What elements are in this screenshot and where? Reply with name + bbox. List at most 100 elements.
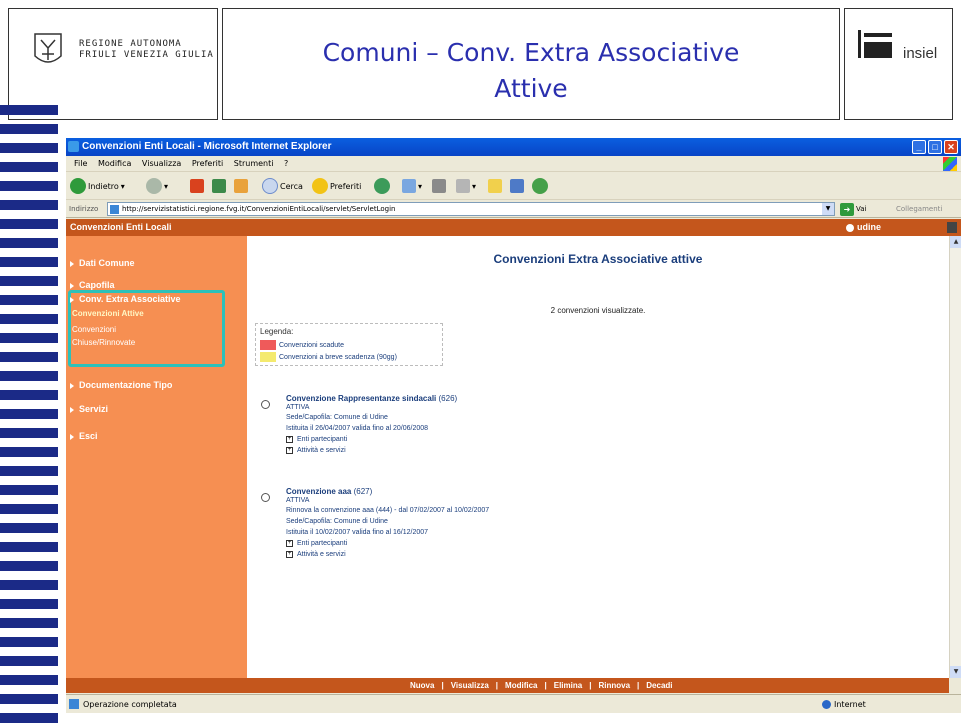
stop-button[interactable] [190, 178, 204, 194]
convention-sede: Sede/Capofila: Comune di Udine [286, 518, 388, 525]
search-button[interactable]: Cerca [262, 178, 303, 194]
stripe [0, 238, 58, 248]
history-button[interactable] [374, 178, 390, 194]
nav-capofila[interactable]: Capofila [70, 280, 115, 290]
nav-sub-chiuse[interactable]: Convenzioni Chiuse/Rinnovate [72, 325, 135, 347]
legend-label-expired: Convenzioni scadute [279, 341, 344, 349]
nav-sub-chiuse-line-1: Convenzioni [72, 325, 117, 334]
stripe [0, 371, 58, 381]
nav-arrow-icon [70, 282, 74, 289]
convention-name: Convenzione aaa [286, 487, 352, 496]
convention-radio[interactable] [261, 400, 270, 409]
attivita-servizi-link[interactable]: + Attività e servizi [286, 445, 786, 456]
links-button[interactable]: Collegamenti [896, 200, 942, 218]
minimize-button[interactable]: _ [912, 140, 926, 154]
nav-dati-comune[interactable]: Dati Comune [70, 258, 135, 268]
convention-title: Convenzione Rappresentanze sindacali (62… [286, 393, 786, 404]
legend-swatch-yellow [260, 352, 276, 362]
expand-plus-icon[interactable]: + [286, 540, 293, 547]
stripe [0, 656, 58, 666]
expand-plus-icon[interactable]: + [286, 436, 293, 443]
stripe [0, 599, 58, 609]
nav-esci[interactable]: Esci [70, 431, 98, 441]
mail-button[interactable]: ▾ [402, 178, 422, 194]
stripe [0, 504, 58, 514]
status-bar: Operazione completata Internet [66, 694, 961, 713]
go-button[interactable]: ➜ Vai [840, 202, 866, 216]
menu-modifica[interactable]: Modifica [98, 159, 131, 168]
menu-visualizza[interactable]: Visualizza [142, 159, 181, 168]
nav-sub-attive[interactable]: Convenzioni Attive [72, 309, 144, 318]
footer-decadi[interactable]: Decadi [646, 678, 672, 693]
footer-visualizza[interactable]: Visualizza [451, 678, 489, 693]
stripe [0, 542, 58, 552]
edit-button[interactable]: ▾ [456, 178, 476, 194]
messenger-button[interactable] [532, 178, 548, 194]
stripe [0, 181, 58, 191]
region-line-2: FRIULI VENEZIA GIULIA [79, 50, 214, 60]
windows-flag-icon [943, 157, 957, 171]
nav-label: Esci [79, 431, 98, 441]
stripe [0, 219, 58, 229]
enti-partecipanti-link[interactable]: + Enti partecipanti [286, 434, 786, 445]
home-button[interactable] [234, 178, 248, 194]
address-label: Indirizzo [69, 205, 99, 213]
stripe [0, 162, 58, 172]
close-button[interactable]: ✕ [944, 140, 958, 154]
stripe [0, 295, 58, 305]
nav-label: Conv. Extra Associative [79, 294, 181, 304]
vertical-scrollbar[interactable]: ▲ ▼ [949, 236, 961, 678]
footer-nuova[interactable]: Nuova [410, 678, 434, 693]
window-title: Convenzioni Enti Locali - Microsoft Inte… [82, 141, 332, 152]
convention-radio[interactable] [261, 493, 270, 502]
footer-elimina[interactable]: Elimina [554, 678, 582, 693]
menu-preferiti[interactable]: Preferiti [192, 159, 223, 168]
nav-servizi[interactable]: Servizi [70, 404, 108, 414]
stripe [0, 333, 58, 343]
link-label: Attività e servizi [297, 447, 346, 454]
address-bar: Indirizzo http://servizistatistici.regio… [66, 200, 961, 218]
address-input[interactable]: http://servizistatistici.regione.fvg.it/… [107, 202, 835, 216]
nav-label: Dati Comune [79, 258, 135, 268]
insiel-logo-icon [858, 30, 892, 58]
nav-documentazione[interactable]: Documentazione Tipo [70, 380, 172, 390]
footer-rinnova[interactable]: Rinnova [598, 678, 630, 693]
stripe [0, 409, 58, 419]
favorites-button[interactable]: Preferiti [312, 178, 361, 194]
history-icon [374, 178, 390, 194]
address-dropdown-icon[interactable]: ▼ [822, 203, 834, 215]
attivita-servizi-link[interactable]: + Attività e servizi [286, 549, 786, 560]
scroll-up-icon[interactable]: ▲ [950, 236, 961, 248]
convention-details: Convenzione aaa (627) ATTIVA Rinnova la … [286, 486, 786, 560]
printer-icon[interactable] [947, 222, 957, 233]
app-footer: Nuova | Visualizza | Modifica | Elimina … [66, 678, 949, 693]
footer-modifica[interactable]: Modifica [505, 678, 537, 693]
forward-button[interactable]: ▾ [146, 178, 168, 194]
stripe [0, 447, 58, 457]
folder-button[interactable] [488, 178, 502, 194]
maximize-button[interactable]: □ [928, 140, 942, 154]
stripe [0, 143, 58, 153]
browser-menubar: File Modifica Visualizza Preferiti Strum… [66, 156, 961, 172]
region-seal-icon [34, 33, 62, 63]
refresh-button[interactable] [212, 178, 226, 194]
nav-arrow-icon [70, 406, 74, 413]
dropdown-arrow-icon: ▾ [164, 181, 169, 191]
menu-file[interactable]: File [74, 159, 87, 168]
region-name: REGIONE AUTONOMA FRIULI VENEZIA GIULIA [79, 39, 214, 61]
menu-help[interactable]: ? [284, 159, 288, 168]
enti-partecipanti-link[interactable]: + Enti partecipanti [286, 538, 786, 549]
stripe [0, 124, 58, 134]
nav-conv-extra[interactable]: Conv. Extra Associative [70, 294, 181, 304]
messenger-icon [532, 178, 548, 194]
nav-arrow-icon [70, 260, 74, 267]
stripe [0, 257, 58, 267]
page-status-icon [69, 699, 79, 709]
expand-plus-icon[interactable]: + [286, 447, 293, 454]
scroll-down-icon[interactable]: ▼ [950, 666, 961, 678]
menu-strumenti[interactable]: Strumenti [234, 159, 274, 168]
research-button[interactable] [510, 178, 524, 194]
print-button[interactable] [432, 178, 446, 194]
expand-plus-icon[interactable]: + [286, 551, 293, 558]
back-button[interactable]: Indietro ▾ [70, 178, 125, 194]
